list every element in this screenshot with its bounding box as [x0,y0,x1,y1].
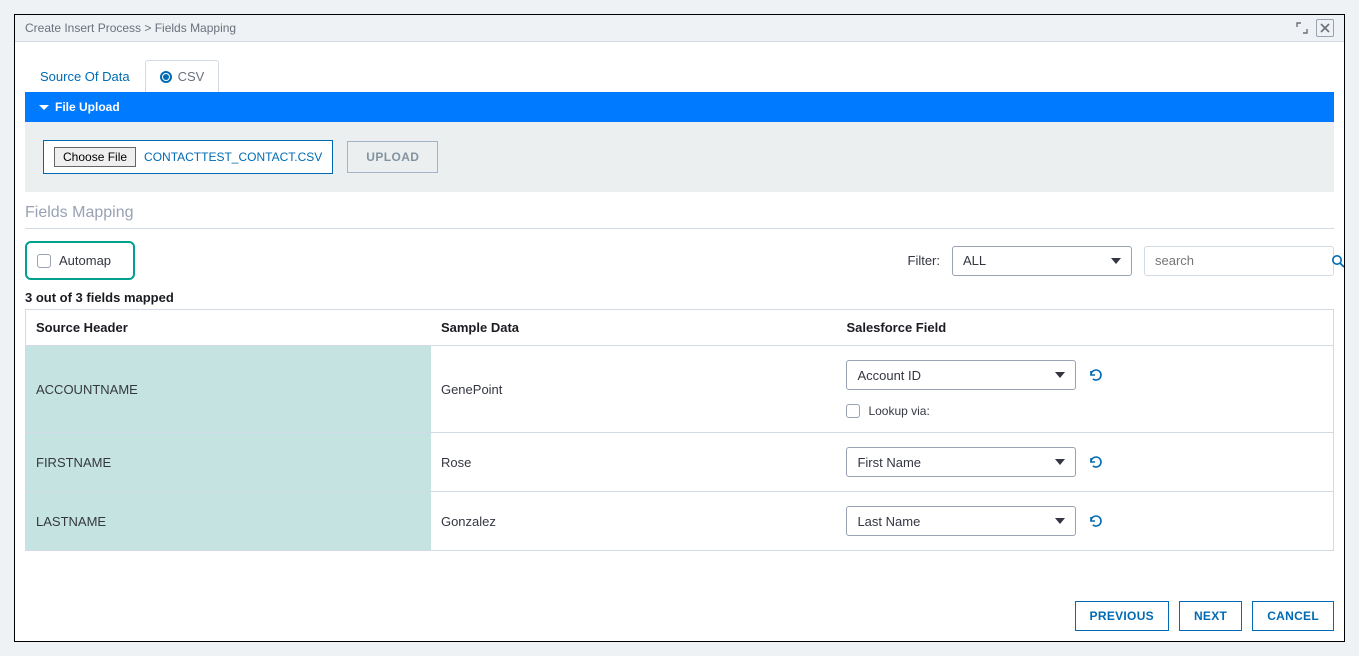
upload-button[interactable]: UPLOAD [347,141,438,173]
section-heading: Fields Mapping [25,192,1334,229]
panel: Create Insert Process > Fields Mapping S… [14,14,1345,642]
salesforce-field-select[interactable]: Account ID [846,360,1076,390]
lookup-checkbox[interactable] [846,404,860,418]
refresh-icon[interactable] [1088,367,1104,383]
col-sample-data: Sample Data [431,310,836,346]
sf-select-value: Account ID [857,368,921,383]
table-row: FIRSTNAME Rose First Name [26,433,1334,492]
salesforce-field-cell: Account ID Lookup via: [836,346,1333,433]
source-header-cell: ACCOUNTNAME [26,346,431,433]
col-salesforce-field: Salesforce Field [836,310,1333,346]
salesforce-field-select[interactable]: First Name [846,447,1076,477]
mapping-count: 3 out of 3 fields mapped [25,290,1334,305]
refresh-icon[interactable] [1088,513,1104,529]
sample-data-cell: GenePoint [431,346,836,433]
close-icon[interactable] [1316,19,1334,37]
automap-control[interactable]: Automap [25,241,135,280]
refresh-icon[interactable] [1088,454,1104,470]
tabs: Source Of Data CSV [25,60,1334,93]
footer-actions: PREVIOUS NEXT CANCEL [25,587,1334,631]
filter-value: ALL [963,253,986,268]
col-source-header: Source Header [26,310,431,346]
next-button[interactable]: NEXT [1179,601,1242,631]
radio-selected-icon [160,71,172,83]
file-input[interactable]: Choose File CONTACTTEST_CONTACT.CSV [43,140,333,174]
sf-select-value: Last Name [857,514,920,529]
salesforce-field-cell: First Name [836,433,1333,492]
lookup-via-row: Lookup via: [846,404,1323,418]
salesforce-field-cell: Last Name [836,492,1333,551]
search-input[interactable] [1155,253,1331,268]
table-row: LASTNAME Gonzalez Last Name [26,492,1334,551]
search-input-wrap [1144,246,1334,276]
tab-source-of-data[interactable]: Source Of Data [25,60,145,93]
chevron-down-icon [1055,372,1065,378]
source-header-cell: LASTNAME [26,492,431,551]
tab-csv-label: CSV [178,69,205,84]
mapping-table: Source Header Sample Data Salesforce Fie… [25,309,1334,551]
choose-file-button[interactable]: Choose File [54,147,136,167]
chosen-file-name: CONTACTTEST_CONTACT.CSV [144,150,322,164]
sample-data-cell: Rose [431,433,836,492]
source-header-cell: FIRSTNAME [26,433,431,492]
panel-header-actions [1294,19,1334,37]
salesforce-field-select[interactable]: Last Name [846,506,1076,536]
file-upload-accordion[interactable]: File Upload [25,92,1334,122]
sf-select-value: First Name [857,455,921,470]
cancel-button[interactable]: CANCEL [1252,601,1334,631]
expand-icon[interactable] [1294,20,1310,36]
breadcrumb: Create Insert Process > Fields Mapping [25,21,236,35]
sample-data-cell: Gonzalez [431,492,836,551]
chevron-down-icon [1055,518,1065,524]
table-row: ACCOUNTNAME GenePoint Account ID [26,346,1334,433]
panel-header: Create Insert Process > Fields Mapping [15,15,1344,42]
file-upload-box: Choose File CONTACTTEST_CONTACT.CSV UPLO… [25,122,1334,192]
chevron-down-icon [1055,459,1065,465]
mapping-toolbar: Automap Filter: ALL [25,229,1334,290]
automap-checkbox[interactable] [37,254,51,268]
chevron-down-icon [1111,258,1121,264]
lookup-label: Lookup via: [868,404,929,418]
previous-button[interactable]: PREVIOUS [1075,601,1169,631]
filter-label: Filter: [908,253,941,268]
filter-select[interactable]: ALL [952,246,1132,276]
accordion-title: File Upload [55,100,120,114]
table-header-row: Source Header Sample Data Salesforce Fie… [26,310,1334,346]
caret-down-icon [39,105,49,110]
filter-group: Filter: ALL [908,246,1335,276]
search-icon[interactable] [1331,254,1345,268]
tab-csv[interactable]: CSV [145,60,220,93]
content: Source Of Data CSV File Upload Choose Fi… [15,42,1344,641]
automap-label: Automap [59,253,111,268]
